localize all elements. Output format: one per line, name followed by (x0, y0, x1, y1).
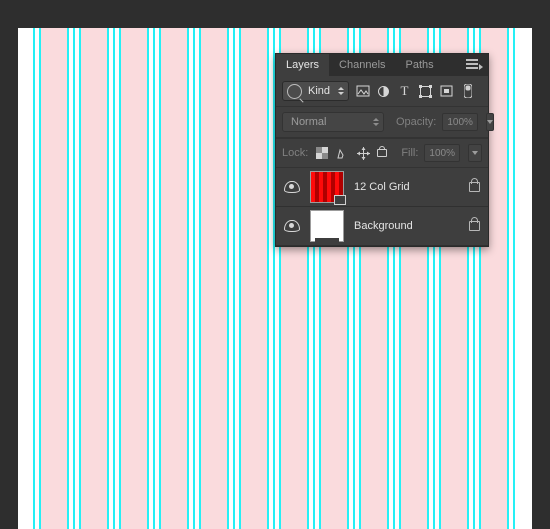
blend-row: Normal Opacity: 100% (276, 106, 488, 138)
fill-value[interactable]: 100% (424, 144, 460, 162)
fill-dropdown-icon[interactable] (468, 144, 482, 162)
filter-kind-select[interactable]: Kind (282, 81, 349, 101)
filter-kind-value: Kind (304, 85, 334, 97)
lock-position-icon[interactable] (356, 146, 371, 161)
opacity-label: Opacity: (396, 116, 436, 128)
layer-thumbnail[interactable] (310, 210, 344, 242)
lock-label: Lock: (282, 147, 308, 159)
visibility-eye-icon[interactable] (284, 220, 300, 232)
layer-name[interactable]: 12 Col Grid (354, 181, 459, 193)
lock-row: Lock: Fill: 100% (276, 138, 488, 168)
lock-image-icon[interactable] (335, 146, 350, 161)
stepper-arrows-icon (338, 87, 344, 95)
tab-channels[interactable]: Channels (329, 54, 395, 76)
filter-shape-icon[interactable] (418, 84, 433, 99)
opacity-dropdown-icon[interactable] (486, 113, 494, 131)
search-icon (287, 84, 302, 99)
lock-transparency-icon[interactable] (314, 146, 329, 161)
opacity-value[interactable]: 100% (442, 113, 478, 131)
blend-mode-value: Normal (287, 116, 330, 128)
filter-adjustment-icon[interactable] (376, 84, 391, 99)
tab-paths[interactable]: Paths (396, 54, 444, 76)
layer-lock-icon[interactable] (469, 182, 480, 192)
lock-all-icon[interactable] (377, 149, 387, 157)
layers-panel: Layers Channels Paths Kind T Normal Opac… (275, 53, 489, 247)
filter-smart-icon[interactable] (439, 84, 454, 99)
panel-tabs: Layers Channels Paths (276, 54, 488, 76)
layer-lock-icon[interactable] (469, 221, 480, 231)
filter-toggle-icon[interactable] (460, 84, 475, 99)
layer-list: 12 Col Grid Background (276, 168, 488, 246)
layer-row[interactable]: 12 Col Grid (276, 168, 488, 207)
blend-mode-select[interactable]: Normal (282, 112, 384, 132)
panel-menu-icon[interactable] (466, 59, 482, 71)
layer-filter-row: Kind T (276, 76, 488, 106)
fill-label: Fill: (401, 147, 418, 159)
visibility-eye-icon[interactable] (284, 181, 300, 193)
stepper-arrows-icon (373, 118, 379, 126)
layer-row[interactable]: Background (276, 207, 488, 246)
filter-pixel-icon[interactable] (355, 84, 370, 99)
layer-thumbnail[interactable] (310, 171, 344, 203)
tab-layers[interactable]: Layers (276, 54, 329, 76)
filter-type-icon[interactable]: T (397, 84, 412, 99)
layer-name[interactable]: Background (354, 220, 459, 232)
